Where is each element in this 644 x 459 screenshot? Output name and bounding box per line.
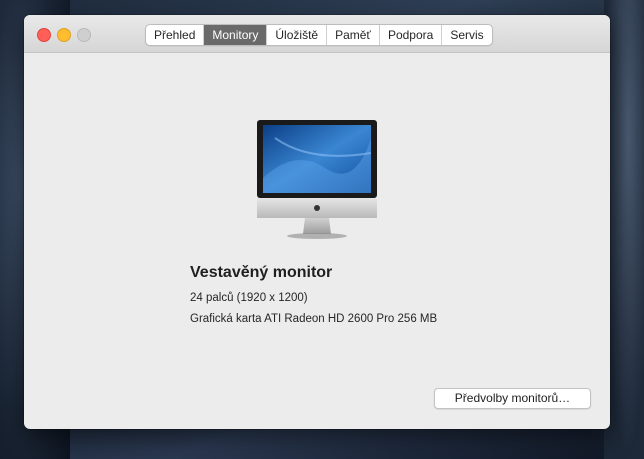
tab-storage[interactable]: Úložiště <box>267 25 328 45</box>
display-preferences-button[interactable]: Předvolby monitorů… <box>434 388 591 409</box>
tab-support[interactable]: Podpora <box>380 25 443 45</box>
display-title: Vestavěný monitor <box>190 264 333 281</box>
tab-service[interactable]: Servis <box>442 25 491 45</box>
display-size-resolution: 24 palců (1920 x 1200) <box>190 292 308 304</box>
tab-displays[interactable]: Monitory <box>204 25 268 45</box>
desktop-wallpaper-right <box>604 0 644 459</box>
display-graphics-card: Grafická karta ATI Radeon HD 2600 Pro 25… <box>190 313 438 325</box>
zoom-button[interactable] <box>77 28 91 42</box>
tab-overview[interactable]: Přehled <box>146 25 205 45</box>
minimize-button[interactable] <box>57 28 71 42</box>
titlebar: Přehled Monitory Úložiště Paměť Podpora … <box>24 15 610 53</box>
tab-bar: Přehled Monitory Úložiště Paměť Podpora … <box>145 24 493 46</box>
imac-icon <box>257 120 377 239</box>
about-this-mac-window: Přehled Monitory Úložiště Paměť Podpora … <box>24 15 610 429</box>
close-button[interactable] <box>37 28 51 42</box>
tab-memory[interactable]: Paměť <box>327 25 380 45</box>
